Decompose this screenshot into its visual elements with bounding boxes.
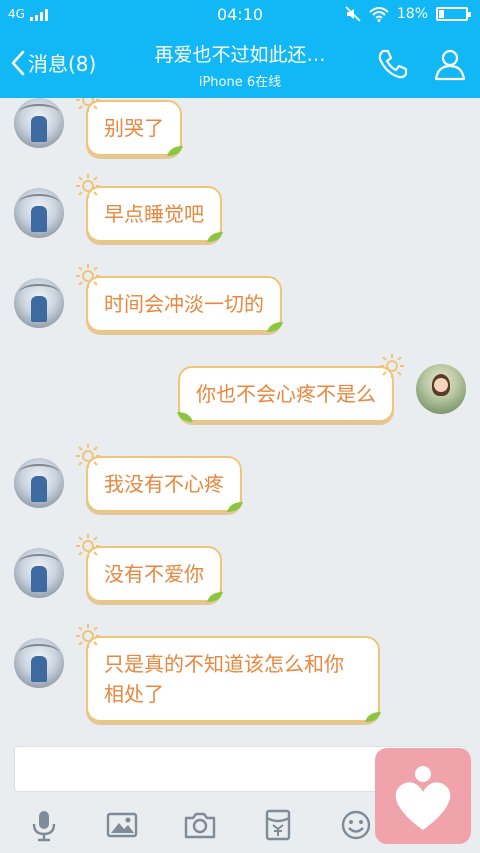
contact-avatar[interactable] (14, 278, 64, 328)
leaf-icon (207, 232, 223, 242)
microphone-icon[interactable] (27, 808, 61, 842)
leaf-icon (267, 322, 283, 332)
message-text: 别哭了 (104, 116, 164, 140)
chat-title: 再爱也不过如此还… (154, 44, 326, 66)
message-list[interactable]: 别哭了 早点睡觉吧 时间会冲淡一切的 你也不会心疼不是么 我没有不心疼 没有不爱… (0, 98, 480, 740)
sun-icon (76, 534, 100, 558)
input-bar (0, 740, 480, 853)
phone-icon[interactable] (374, 46, 410, 82)
top-bar: 4G 04:10 18% 消息(8) 再爱也不过如此还… iPhone 6在线 (0, 0, 480, 98)
chevron-left-icon (11, 50, 25, 75)
sun-icon (380, 354, 404, 378)
chat-subtitle: iPhone 6在线 (198, 75, 282, 90)
sun-icon (76, 624, 100, 648)
status-bar: 4G 04:10 18% (0, 0, 480, 30)
message-bubble[interactable]: 我没有不心疼 (76, 444, 243, 512)
message-text: 你也不会心疼不是么 (196, 382, 376, 406)
message-bubble[interactable]: 没有不爱你 (76, 534, 223, 602)
message-bubble[interactable]: 你也不会心疼不是么 (177, 354, 404, 422)
message-bubble[interactable]: 别哭了 (76, 98, 183, 156)
message-text: 只是真的不知道该怎么和你相处了 (104, 652, 344, 706)
contact-avatar[interactable] (14, 638, 64, 688)
sticker-button[interactable] (375, 748, 471, 844)
chat-title-area[interactable]: 再爱也不过如此还… iPhone 6在线 (130, 40, 350, 90)
chat-header: 消息(8) 再爱也不过如此还… iPhone 6在线 (0, 30, 480, 98)
my-avatar[interactable] (416, 364, 466, 414)
contact-avatar[interactable] (14, 458, 64, 508)
message-text: 时间会冲淡一切的 (104, 292, 264, 316)
contact-avatar[interactable] (14, 98, 64, 148)
wifi-icon (369, 7, 389, 22)
battery-icon (436, 7, 471, 21)
back-button[interactable]: 消息(8) (10, 48, 96, 77)
message-bubble[interactable]: 时间会冲淡一切的 (76, 264, 283, 332)
red-packet-icon[interactable] (261, 808, 295, 842)
leaf-icon (177, 412, 193, 422)
sun-icon (76, 444, 100, 468)
leaf-icon (227, 502, 243, 512)
status-right: 18% (345, 6, 471, 22)
battery-percent: 18% (396, 6, 428, 22)
profile-icon[interactable] (432, 46, 468, 82)
message-bubble[interactable]: 早点睡觉吧 (76, 174, 223, 242)
back-label: 消息(8) (28, 52, 97, 76)
leaf-icon (365, 712, 381, 722)
sun-icon (76, 98, 100, 112)
mute-icon (345, 6, 361, 22)
contact-avatar[interactable] (14, 188, 64, 238)
message-bubble[interactable]: 只是真的不知道该怎么和你相处了 (76, 624, 381, 722)
heart-icon (395, 766, 451, 830)
contact-avatar[interactable] (14, 548, 64, 598)
message-text: 早点睡觉吧 (104, 202, 204, 226)
emoji-icon[interactable] (339, 808, 373, 842)
sun-icon (76, 264, 100, 288)
message-text: 我没有不心疼 (104, 472, 224, 496)
camera-icon[interactable] (183, 808, 217, 842)
leaf-icon (207, 592, 223, 602)
sun-icon (76, 174, 100, 198)
message-text: 没有不爱你 (104, 562, 204, 586)
image-icon[interactable] (105, 808, 139, 842)
leaf-icon (167, 146, 183, 156)
